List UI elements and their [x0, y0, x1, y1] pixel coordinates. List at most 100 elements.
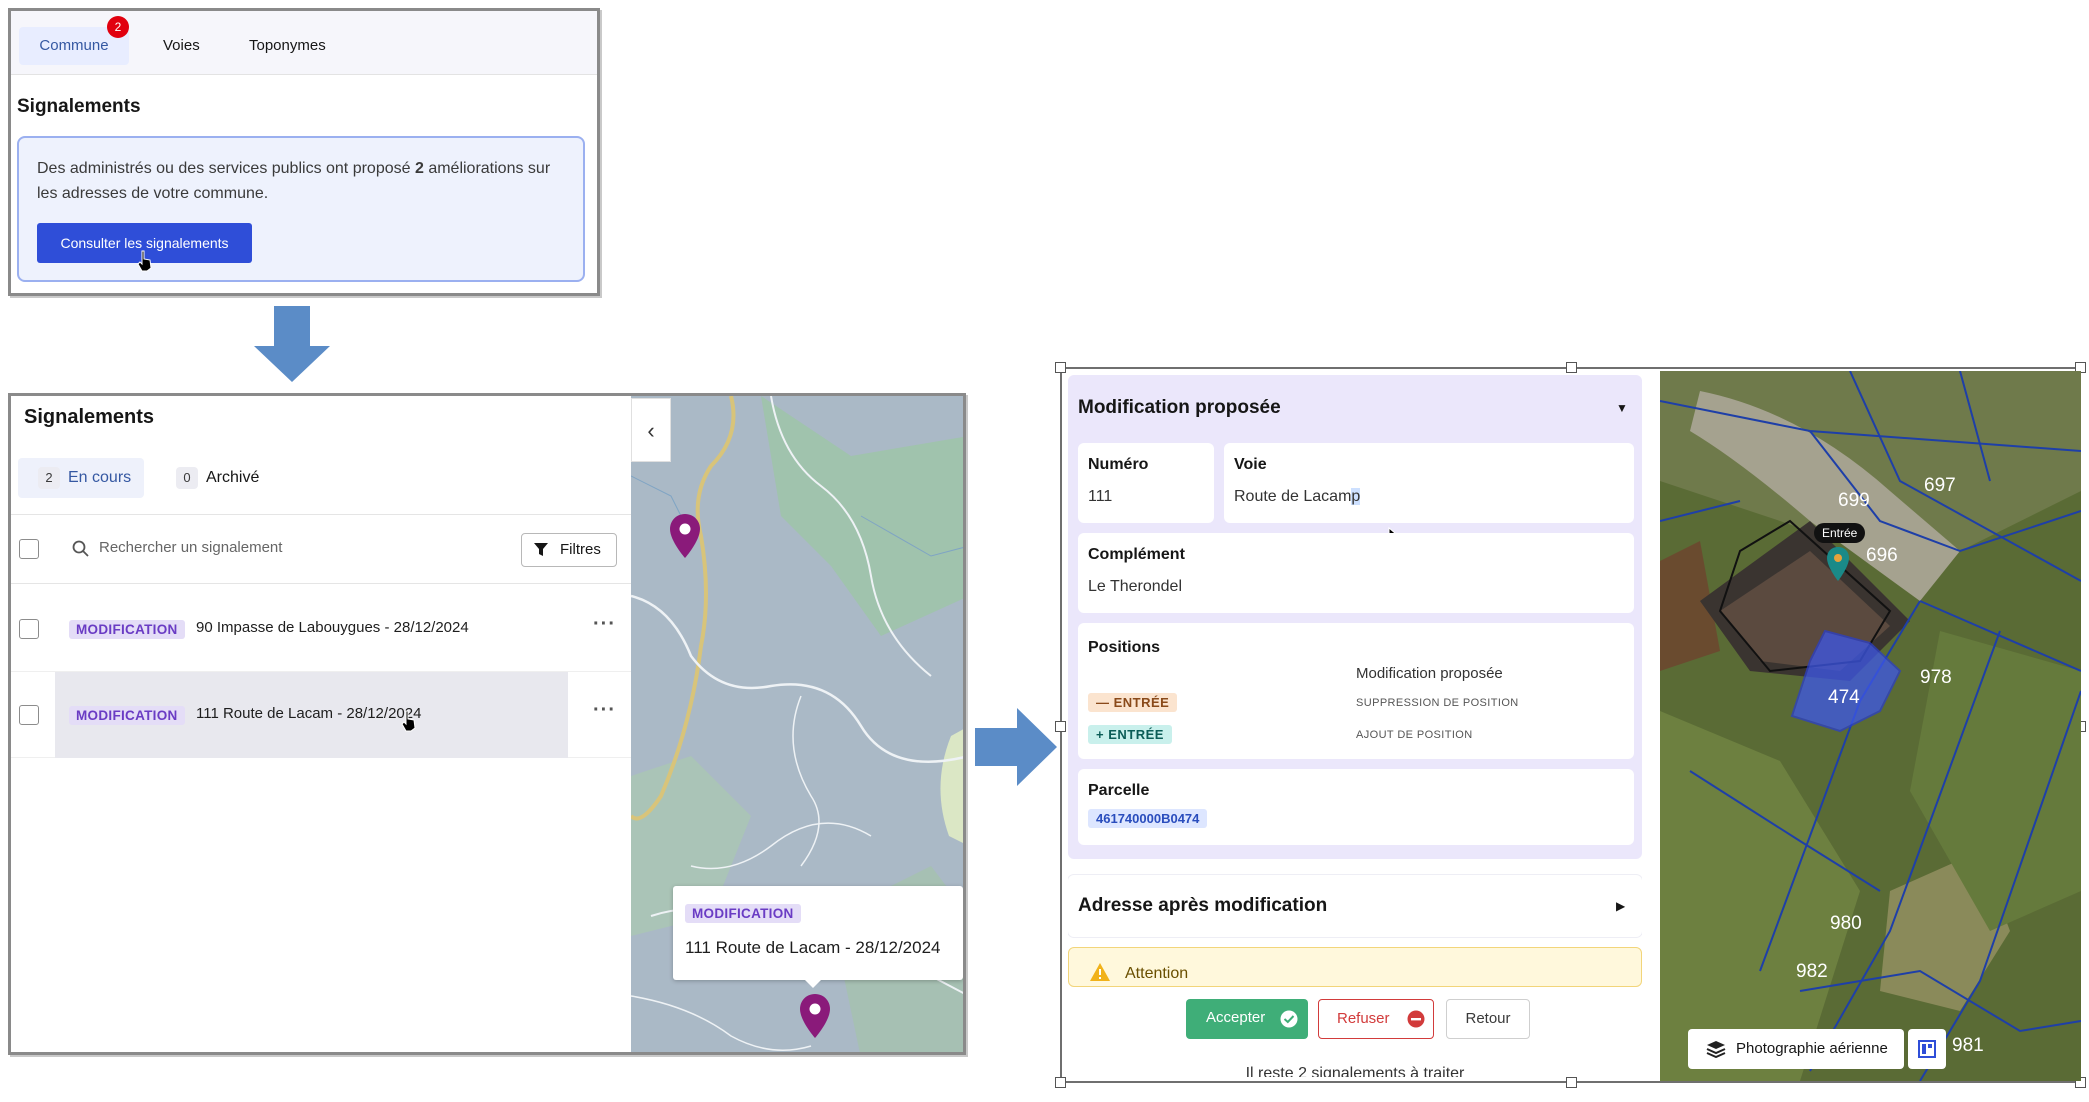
- resize-handle[interactable]: [1055, 1077, 1066, 1088]
- info-count: 2: [414, 160, 424, 177]
- tab-en-cours[interactable]: 2 En cours: [18, 458, 144, 498]
- resize-handle[interactable]: [1055, 721, 1066, 732]
- list-item[interactable]: MODIFICATION 90 Impasse de Labouygues - …: [11, 586, 631, 672]
- arrow-right-icon: [975, 708, 1057, 786]
- map-marker-icon[interactable]: [799, 994, 831, 1038]
- row-checkbox[interactable]: [19, 619, 39, 639]
- filter-icon: [534, 543, 548, 556]
- arrow-down-icon: [254, 306, 330, 382]
- signalements-heading: Signalements: [17, 96, 141, 117]
- voie-field: Voie Route de Lacamp: [1224, 443, 1634, 548]
- map-toggle-button[interactable]: [1908, 1029, 1946, 1069]
- parcel-number: 981: [1952, 1035, 1984, 1056]
- list-toolbar: Rechercher un signalement Filtres: [11, 514, 631, 584]
- filtres-button[interactable]: Filtres: [521, 533, 617, 567]
- positions-label: Positions: [1088, 639, 1161, 656]
- parcelle-tag: 461740000B0474: [1088, 809, 1208, 828]
- positions-column-header: Modification proposée: [1356, 665, 1503, 682]
- row-menu-button[interactable]: ···: [593, 613, 616, 636]
- attention-text: Attention: [1125, 965, 1189, 982]
- entree-marker-label: Entrée: [1814, 523, 1866, 543]
- parcel-number: 978: [1920, 667, 1952, 688]
- numero-label: Numéro: [1088, 456, 1149, 473]
- modification-tag: MODIFICATION: [69, 620, 185, 639]
- parcel-number: 699: [1838, 490, 1870, 511]
- collapse-panel-button[interactable]: ‹: [631, 398, 671, 462]
- entree-marker-icon[interactable]: [1826, 547, 1850, 581]
- panel-layout-icon: [1918, 1040, 1936, 1058]
- position-row: + ENTRÉE: [1088, 725, 1172, 744]
- search-icon: [72, 540, 89, 557]
- popup-tail: [803, 978, 823, 988]
- position-action: AJOUT DE POSITION: [1356, 729, 1473, 741]
- position-entree-added: + ENTRÉE: [1088, 725, 1172, 744]
- caret-right-icon: ▶: [1616, 899, 1626, 913]
- positions-field: Positions Modification proposée — ENTRÉE…: [1078, 623, 1634, 759]
- parcel-number: 982: [1796, 961, 1828, 982]
- notification-badge: 2: [107, 16, 129, 38]
- tab-archive[interactable]: 0 Archivé: [176, 458, 259, 498]
- signalement-title: 90 Impasse de Labouygues - 28/12/2024: [196, 619, 469, 636]
- signalements-info-box: Des administrés ou des services publics …: [17, 136, 585, 282]
- complement-label: Complément: [1088, 546, 1185, 563]
- commune-panel: Commune 2 Voies Toponymes Signalements D…: [8, 8, 600, 296]
- search-input[interactable]: Rechercher un signalement: [99, 539, 282, 556]
- parcelle-field: Parcelle 461740000B0474: [1078, 769, 1634, 845]
- accordion-title[interactable]: Modification proposée: [1078, 397, 1281, 419]
- voie-label: Voie: [1234, 456, 1267, 473]
- refuser-button[interactable]: Refuser: [1318, 999, 1434, 1039]
- numero-value: 111: [1088, 488, 1113, 505]
- hand-cursor-icon: [137, 250, 152, 272]
- numero-field: Numéro 111: [1078, 443, 1214, 523]
- map-popup: MODIFICATION 111 Route de Lacam - 28/12/…: [673, 886, 963, 988]
- hand-cursor-icon: [401, 710, 416, 732]
- select-all-checkbox[interactable]: [19, 539, 39, 559]
- position-row: — ENTRÉE: [1088, 693, 1178, 712]
- aerial-map[interactable]: Entrée 699 697 696 978 474 980 982 981: [1660, 371, 2081, 1081]
- row-checkbox[interactable]: [19, 705, 39, 725]
- resize-handle[interactable]: [1055, 362, 1066, 373]
- signalement-detail-panel: Modification proposée ▼ Numéro 111 Voie …: [1055, 362, 2086, 1088]
- adresse-apres-accordion[interactable]: Adresse après modification ▶: [1068, 875, 1642, 937]
- popup-title: 111 Route de Lacam - 28/12/2024: [685, 938, 941, 957]
- resize-handle[interactable]: [1566, 362, 1577, 373]
- resize-handle[interactable]: [1566, 1077, 1577, 1088]
- minus-circle-icon: [1407, 1010, 1425, 1028]
- warning-icon: [1090, 963, 1110, 981]
- parcel-number: 696: [1866, 545, 1898, 566]
- modification-proposee-accordion: Modification proposée ▼ Numéro 111 Voie …: [1068, 375, 1642, 859]
- tab-voies[interactable]: Voies: [149, 27, 214, 65]
- list-item[interactable]: MODIFICATION 111 Route de Lacam - 28/12/…: [11, 672, 631, 758]
- retour-button[interactable]: Retour: [1446, 999, 1530, 1039]
- remaining-count-text: Il reste 2 signalements à traiter: [1245, 1065, 1465, 1077]
- complement-field: Complément Le Therondel: [1078, 533, 1634, 613]
- signalements-list-panel: Signalements 2 En cours 0 Archivé Recherch…: [8, 393, 966, 1055]
- voie-value: Route de Lacamp: [1234, 488, 1361, 505]
- aerial-photo: [1660, 371, 2081, 1081]
- attention-alert: Attention: [1068, 947, 1642, 987]
- signalements-list: Signalements 2 En cours 0 Archivé Recherch…: [11, 396, 631, 1052]
- signalements-heading: Signalements: [24, 406, 155, 428]
- tab-toponymes[interactable]: Toponymes: [235, 27, 340, 65]
- parcelle-label: Parcelle: [1088, 782, 1150, 799]
- map-marker-icon[interactable]: [669, 514, 701, 558]
- accordion-title: Adresse après modification: [1078, 895, 1328, 916]
- parcel-number: 697: [1924, 475, 1956, 496]
- check-circle-icon: [1280, 1010, 1298, 1028]
- position-action: SUPPRESSION DE POSITION: [1356, 697, 1519, 709]
- photographie-aerienne-button[interactable]: Photographie aérienne: [1688, 1029, 1904, 1069]
- tab-bar: Commune 2 Voies Toponymes: [11, 11, 597, 75]
- complement-value: Le Therondel: [1088, 578, 1182, 595]
- parcel-number: 980: [1830, 913, 1862, 934]
- signalement-form: Modification proposée ▼ Numéro 111 Voie …: [1068, 375, 1642, 1077]
- signalement-title: 111 Route de Lacam - 28/12/2024: [196, 705, 422, 722]
- position-entree-removed: — ENTRÉE: [1088, 693, 1178, 712]
- caret-down-icon[interactable]: ▼: [1616, 401, 1628, 415]
- parcel-number: 474: [1828, 687, 1860, 708]
- row-menu-button[interactable]: ···: [593, 699, 616, 722]
- modification-tag: MODIFICATION: [685, 904, 801, 923]
- modification-tag: MODIFICATION: [69, 706, 185, 725]
- accepter-button[interactable]: Accepter: [1186, 999, 1308, 1039]
- info-text: Des administrés ou des services publics …: [37, 160, 551, 202]
- layers-icon: [1706, 1041, 1726, 1058]
